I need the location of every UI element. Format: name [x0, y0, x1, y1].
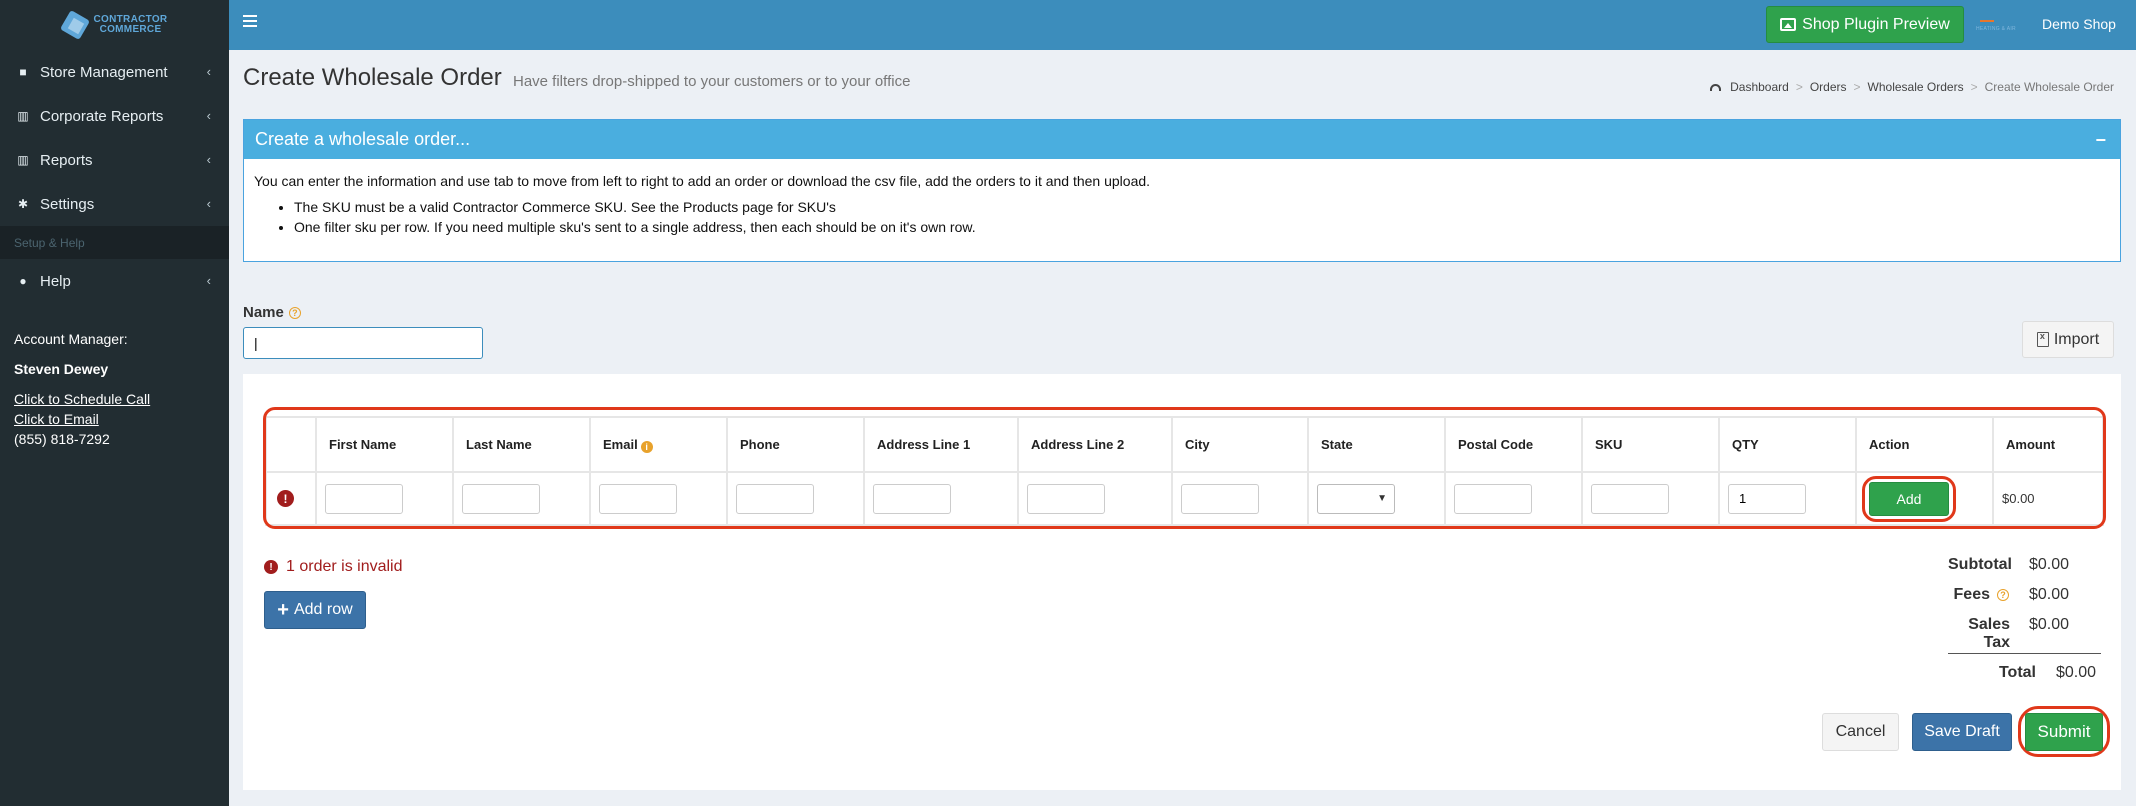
chevron-left-icon: ‹	[206, 108, 211, 123]
truck-icon: ■	[19, 65, 27, 79]
sidebar-item-store-management[interactable]: ■ Store Management ‹	[0, 50, 229, 94]
breadcrumb-dashboard[interactable]: Dashboard	[1730, 80, 1789, 94]
account-manager-card: Account Manager: Steven Dewey Click to S…	[0, 303, 229, 465]
cube-logo-icon	[59, 9, 90, 41]
chevron-left-icon: ‹	[206, 273, 211, 288]
chevron-left-icon: ‹	[206, 152, 211, 167]
fees-value: $0.00	[2029, 586, 2070, 603]
subtotal-label: Subtotal	[1948, 556, 2012, 573]
info-bullet: The SKU must be a valid Contractor Comme…	[294, 197, 2110, 217]
shop-plugin-preview-button[interactable]: Shop Plugin Preview	[1766, 6, 1964, 43]
fees-label: Fees	[1953, 586, 1990, 603]
total-label: Total	[1998, 664, 2036, 681]
shop-name-menu[interactable]: Demo Shop	[2042, 16, 2116, 32]
total-value: $0.00	[2056, 664, 2097, 681]
question-circle-icon[interactable]: ?	[288, 306, 301, 319]
info-box-title: Create a wholesale order...	[255, 129, 471, 149]
subtotal-value: $0.00	[2029, 556, 2070, 573]
submit-button[interactable]: Submit	[2025, 713, 2103, 751]
sidebar-section-header: Setup & Help	[0, 226, 229, 259]
question-circle-icon: ●	[19, 274, 27, 288]
save-draft-button[interactable]: Save Draft	[1912, 713, 2012, 751]
info-box-body: You can enter the information and use ta…	[244, 159, 2120, 249]
shop-logo[interactable]: HEATING & AIR	[1976, 14, 2032, 36]
page-title: Create Wholesale Order	[243, 64, 502, 91]
gear-icon: ✱	[17, 197, 29, 211]
dashboard-icon	[1710, 83, 1722, 91]
page-subtitle: Have filters drop-shipped to your custom…	[513, 73, 911, 90]
name-input[interactable]	[243, 327, 483, 359]
name-label: Name ?	[243, 304, 301, 321]
table-highlight-outline	[263, 407, 2106, 529]
chevron-left-icon: ‹	[206, 64, 211, 79]
info-intro: You can enter the information and use ta…	[254, 173, 1151, 189]
bar-chart-icon: ▥	[17, 153, 29, 167]
sidebar: CONTRACTOR COMMERCE ■ Store Management ‹…	[0, 0, 229, 806]
invalid-order-message: ! 1 order is invalid	[264, 558, 403, 576]
sales-tax-value: $0.00	[2029, 616, 2070, 633]
import-button[interactable]: Import	[2022, 321, 2114, 358]
error-icon: !	[264, 560, 278, 574]
schedule-call-link[interactable]: Click to Schedule Call	[14, 389, 215, 409]
plus-icon: +	[277, 599, 289, 621]
breadcrumb-wholesale-orders[interactable]: Wholesale Orders	[1868, 80, 1964, 94]
top-navbar: Shop Plugin Preview HEATING & AIR Demo S…	[229, 0, 2136, 50]
sales-tax-label: Sales Tax	[1968, 616, 2010, 651]
question-circle-icon[interactable]: ?	[1997, 589, 2009, 601]
add-row-button[interactable]: + Add row	[264, 591, 366, 629]
account-manager-name: Steven Dewey	[14, 361, 109, 377]
info-box: Create a wholesale order... − You can en…	[243, 119, 2121, 262]
sidebar-item-corporate-reports[interactable]: ▥ Corporate Reports ‹	[0, 94, 229, 138]
collapse-button[interactable]: −	[2095, 130, 2106, 151]
email-link[interactable]: Click to Email	[14, 409, 215, 429]
sidebar-item-help[interactable]: ● Help ‹	[0, 259, 229, 303]
breadcrumb-current: Create Wholesale Order	[1984, 80, 2114, 94]
totals-divider	[1948, 653, 2101, 654]
info-bullet: One filter sku per row. If you need mult…	[294, 217, 2110, 237]
chevron-left-icon: ‹	[206, 196, 211, 211]
file-excel-icon	[2036, 331, 2049, 347]
account-manager-title: Account Manager:	[14, 331, 128, 347]
hamburger-menu-icon[interactable]	[243, 15, 257, 33]
breadcrumb: Dashboard > Orders > Wholesale Orders > …	[1710, 80, 2114, 94]
breadcrumb-orders[interactable]: Orders	[1810, 80, 1847, 94]
bar-chart-icon: ▥	[17, 109, 29, 123]
image-icon	[1780, 18, 1797, 31]
account-manager-phone: (855) 818-7292	[14, 431, 110, 447]
sidebar-item-settings[interactable]: ✱ Settings ‹	[0, 182, 229, 226]
brand-logo[interactable]: CONTRACTOR COMMERCE	[0, 0, 229, 50]
cancel-button[interactable]: Cancel	[1822, 713, 1899, 751]
sidebar-item-reports[interactable]: ▥ Reports ‹	[0, 138, 229, 182]
info-box-header: Create a wholesale order... −	[244, 120, 2120, 159]
